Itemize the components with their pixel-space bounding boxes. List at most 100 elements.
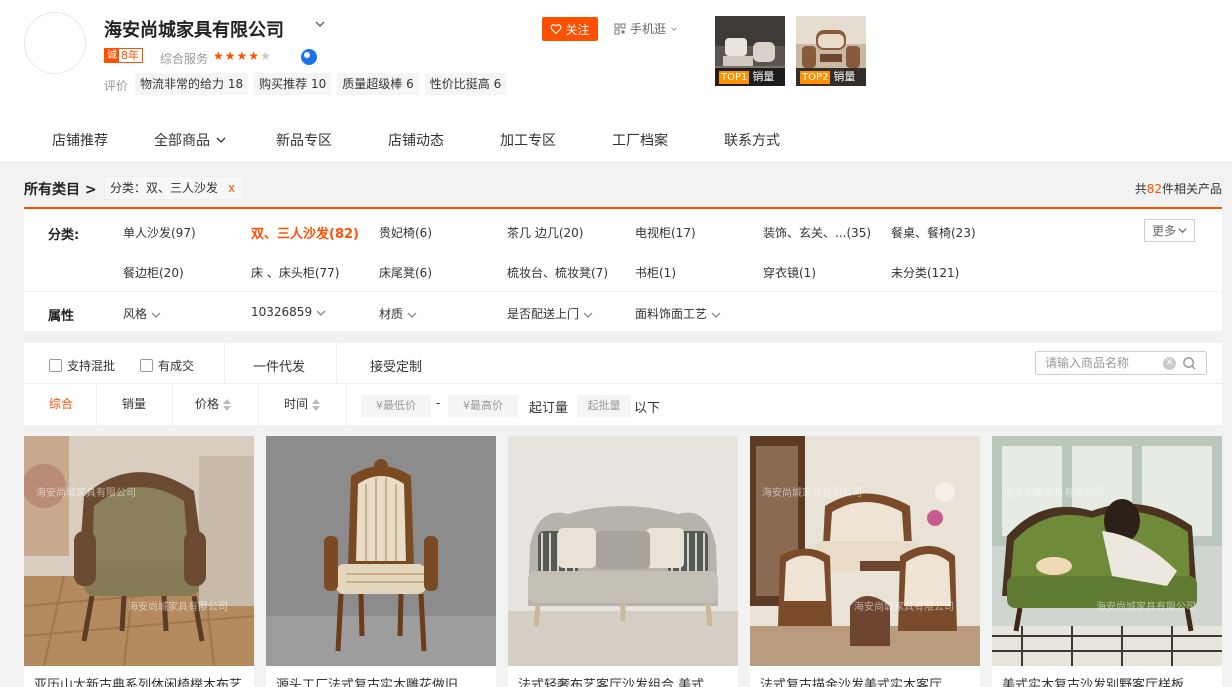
chevron-down-icon <box>407 312 417 318</box>
chevron-down-icon[interactable] <box>314 18 328 32</box>
follow-button[interactable]: 关注 <box>542 17 598 41</box>
min-price-input[interactable]: ¥最低价 <box>361 395 431 417</box>
sort-price[interactable]: 价格 <box>195 384 232 425</box>
service-rating-stars: ★ ★ ★ ★ ★ <box>213 50 271 63</box>
divider <box>96 384 97 425</box>
product-title[interactable]: 美式实木复古沙发别野客厅样板 <box>1002 674 1214 687</box>
divider <box>336 343 337 384</box>
category-item[interactable]: 书柜(1) <box>635 264 676 281</box>
shop-years: 8年 <box>121 49 139 62</box>
checkbox-icon[interactable] <box>140 359 153 372</box>
chevron-down-icon <box>1178 228 1187 234</box>
search-icon[interactable] <box>1182 356 1197 371</box>
category-item[interactable]: 餐边柜(20) <box>123 264 184 281</box>
attribute-dropdown[interactable]: 是否配送上门 <box>507 305 593 322</box>
product-search-box: ✕ <box>1035 351 1207 375</box>
nav-contact[interactable]: 联系方式 <box>724 120 780 162</box>
product-image[interactable] <box>508 436 738 666</box>
product-image[interactable] <box>266 436 496 666</box>
category-item[interactable]: 餐桌、餐椅(23) <box>891 224 976 241</box>
filter-panel: 分类: 单人沙发(97) 双、三人沙发(82) 贵妃椅(6) 茶几 边几(20)… <box>24 207 1222 331</box>
category-item[interactable]: 穿衣镜(1) <box>763 264 816 281</box>
sort-sales[interactable]: 销量 <box>122 384 146 425</box>
watermark: 海安尚城家具有限公司 <box>1004 488 1104 499</box>
nav-all-products[interactable]: 全部商品 <box>154 120 226 162</box>
qr-code-icon <box>614 23 626 34</box>
attribute-label: 属性 <box>48 309 75 324</box>
category-label: 分类: <box>48 228 80 243</box>
category-item[interactable]: 茶几 边几(20) <box>507 224 583 241</box>
nav-shop-news[interactable]: 店铺动态 <box>388 120 444 162</box>
attribute-dropdown[interactable]: 风格 <box>123 305 161 322</box>
nav-processing[interactable]: 加工专区 <box>500 120 556 162</box>
mix-batch-checkbox[interactable]: 支持混批 <box>49 357 115 374</box>
product-image[interactable]: 海安尚城家具有限公司 海安尚城家具有限公司 <box>750 436 980 666</box>
product-title[interactable]: 源头工厂法式复古实木雕花做旧 <box>276 674 488 687</box>
dropship-filter[interactable]: 一件代发 <box>253 356 305 375</box>
heart-icon <box>551 24 562 35</box>
close-icon[interactable]: x <box>228 181 235 195</box>
product-search-input[interactable] <box>1045 355 1155 371</box>
category-item[interactable]: 电视柜(17) <box>635 224 696 241</box>
category-item[interactable]: 床尾凳(6) <box>379 264 432 281</box>
clear-icon[interactable]: ✕ <box>1163 357 1176 370</box>
attribute-dropdown[interactable]: 面料饰面工艺 <box>635 305 721 322</box>
category-item[interactable]: 梳妆台、梳妆凳(7) <box>507 264 608 281</box>
checkbox-icon[interactable] <box>49 359 62 372</box>
watermark: 海安尚城家具有限公司 <box>854 602 954 613</box>
chevron-down-icon <box>151 312 161 318</box>
filter-divider <box>24 291 1222 292</box>
category-item-active[interactable]: 双、三人沙发(82) <box>251 223 359 242</box>
sort-time[interactable]: 时间 <box>284 384 321 425</box>
attribute-dropdown[interactable]: 材质 <box>379 305 417 322</box>
product-title[interactable]: 法式轻奢布艺客厅沙发组合 美式 <box>518 674 730 687</box>
product-card[interactable]: 海安尚城家具有限公司 海安尚城家具有限公司 亚历山大新古典系列休闲椅榉木布艺 <box>24 436 254 687</box>
product-image[interactable]: 海安尚城家具有限公司 海安尚城家具有限公司 <box>24 436 254 666</box>
review-tags: 物流非常的给力 18 购买推荐 10 质量超级棒 6 性价比挺高 6 <box>135 73 507 95</box>
chevron-down-icon <box>671 26 678 31</box>
attribute-dropdown[interactable]: 10326859 <box>251 305 326 319</box>
product-card[interactable]: 法式轻奢布艺客厅沙发组合 美式 <box>508 436 738 687</box>
more-categories-button[interactable]: 更多 <box>1144 219 1195 242</box>
has-deal-checkbox[interactable]: 有成交 <box>140 357 194 374</box>
sort-comprehensive[interactable]: 综合 <box>49 384 73 425</box>
nav-factory-profile[interactable]: 工厂档案 <box>612 120 668 162</box>
custom-filter[interactable]: 接受定制 <box>370 356 422 375</box>
product-title[interactable]: 亚历山大新古典系列休闲椅榉木布艺 <box>34 674 246 687</box>
star-empty-icon: ★ <box>260 49 271 63</box>
category-item[interactable]: 贵妃椅(6) <box>379 224 432 241</box>
top-sales-item-2[interactable]: TOP2 销量 <box>796 16 866 86</box>
shop-logo[interactable] <box>24 12 86 74</box>
chevron-down-icon <box>583 312 593 318</box>
category-item[interactable]: 未分类(121) <box>891 264 959 281</box>
divider <box>346 384 347 425</box>
mobile-browse-link[interactable]: 手机逛 <box>614 20 678 37</box>
category-item[interactable]: 单人沙发(97) <box>123 224 196 241</box>
shop-nav: 店铺推荐 全部商品 新品专区 店铺动态 加工专区 工厂档案 联系方式 <box>0 120 1232 162</box>
review-tag[interactable]: 购买推荐 10 <box>254 73 332 95</box>
product-card[interactable]: 海安尚城家具有限公司 海安尚城家具有限公司 美式实木复古沙发别野客厅样板 <box>992 436 1222 687</box>
product-title[interactable]: 法式复古描金沙发美式实木客厅 <box>760 674 972 687</box>
review-tag[interactable]: 质量超级棒 6 <box>337 73 419 95</box>
nav-new-products[interactable]: 新品专区 <box>276 120 332 162</box>
active-filter-chip[interactable]: 分类：双、三人沙发 x <box>104 176 245 200</box>
breadcrumb-root[interactable]: 所有类目 > <box>24 179 97 199</box>
product-image[interactable]: 海安尚城家具有限公司 海安尚城家具有限公司 <box>992 436 1222 666</box>
min-batch-input[interactable]: 起批量 <box>577 395 631 417</box>
category-item[interactable]: 床 、床头柜(77) <box>251 264 339 281</box>
review-label: 评价 <box>104 79 129 93</box>
review-tag[interactable]: 物流非常的给力 18 <box>135 73 249 95</box>
product-card[interactable]: 源头工厂法式复古实木雕花做旧 <box>266 436 496 687</box>
shop-name[interactable]: 海安尚城家具有限公司 <box>104 16 284 42</box>
service-info-icon[interactable] <box>301 49 317 65</box>
nav-shop-recommend[interactable]: 店铺推荐 <box>52 120 108 162</box>
product-card[interactable]: 海安尚城家具有限公司 海安尚城家具有限公司 法式复古描金沙发美式实木客厅 <box>750 436 980 687</box>
review-tag[interactable]: 性价比挺高 6 <box>424 73 507 95</box>
top-sales-item-1[interactable]: TOP1 销量 <box>715 16 785 86</box>
category-item[interactable]: 装饰、玄关、...(35) <box>763 224 871 241</box>
sort-arrows-icon <box>312 398 321 411</box>
chevron-down-icon <box>711 312 721 318</box>
max-price-input[interactable]: ¥最高价 <box>448 395 518 417</box>
service-label: 综合服务 <box>160 52 209 66</box>
divider <box>224 343 225 384</box>
